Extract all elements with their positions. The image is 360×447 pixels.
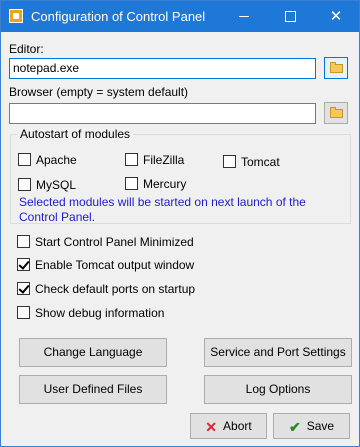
editor-label: Editor: bbox=[9, 42, 44, 56]
checkbox-label: Mercury bbox=[143, 177, 187, 191]
checkbox-box[interactable] bbox=[17, 306, 30, 319]
checkbox-box[interactable] bbox=[18, 178, 31, 191]
xampp-icon bbox=[9, 9, 23, 23]
abort-button[interactable]: ✕ Abort bbox=[190, 413, 267, 439]
log-options-button[interactable]: Log Options bbox=[204, 375, 352, 404]
checkbox-box[interactable] bbox=[125, 177, 138, 190]
checkbox-label: Tomcat bbox=[241, 155, 280, 169]
checkbox-box[interactable] bbox=[223, 155, 236, 168]
editor-input[interactable]: notepad.exe bbox=[9, 58, 316, 79]
checkbox-label: Check default ports on startup bbox=[35, 282, 196, 296]
checkbox-box[interactable] bbox=[17, 258, 30, 271]
config-window: Configuration of Control Panel ✕ Editor:… bbox=[0, 0, 360, 447]
x-icon: ✕ bbox=[205, 418, 218, 435]
folder-icon bbox=[330, 62, 343, 73]
user-defined-files-button[interactable]: User Defined Files bbox=[19, 375, 167, 404]
title-bar[interactable]: Configuration of Control Panel ✕ bbox=[1, 1, 359, 32]
folder-icon bbox=[330, 107, 343, 118]
browser-input[interactable] bbox=[9, 103, 316, 124]
checkbox-label: Show debug information bbox=[35, 306, 165, 320]
maximize-button[interactable] bbox=[267, 1, 313, 32]
service-port-settings-button[interactable]: Service and Port Settings bbox=[204, 338, 352, 367]
checkbox-box[interactable] bbox=[17, 235, 30, 248]
abort-label: Abort bbox=[223, 419, 252, 433]
checkbox-label: Apache bbox=[36, 153, 77, 167]
window-title: Configuration of Control Panel bbox=[31, 9, 206, 24]
checkbox-label: MySQL bbox=[36, 178, 77, 192]
editor-browse-button[interactable] bbox=[324, 57, 348, 79]
autostart-note: Selected modules will be started on next… bbox=[19, 195, 306, 224]
save-label: Save bbox=[306, 419, 335, 433]
browser-label: Browser (empty = system default) bbox=[9, 85, 189, 99]
close-button[interactable]: ✕ bbox=[313, 1, 359, 32]
save-button[interactable]: ✔ Save bbox=[273, 413, 350, 439]
checkbox-label: Enable Tomcat output window bbox=[35, 258, 195, 272]
checkbox-label: Start Control Panel Minimized bbox=[35, 235, 194, 249]
checkbox-label: FileZilla bbox=[143, 153, 185, 167]
autostart-group: Autostart of modules Apache FileZilla To… bbox=[10, 127, 351, 224]
autostart-legend: Autostart of modules bbox=[17, 127, 134, 141]
checkbox-box[interactable] bbox=[125, 153, 138, 166]
minimize-button[interactable] bbox=[221, 1, 267, 32]
checkbox-box[interactable] bbox=[17, 282, 30, 295]
check-icon: ✔ bbox=[288, 418, 301, 435]
checkbox-box[interactable] bbox=[18, 153, 31, 166]
change-language-button[interactable]: Change Language bbox=[19, 338, 167, 367]
browser-browse-button[interactable] bbox=[324, 102, 348, 124]
